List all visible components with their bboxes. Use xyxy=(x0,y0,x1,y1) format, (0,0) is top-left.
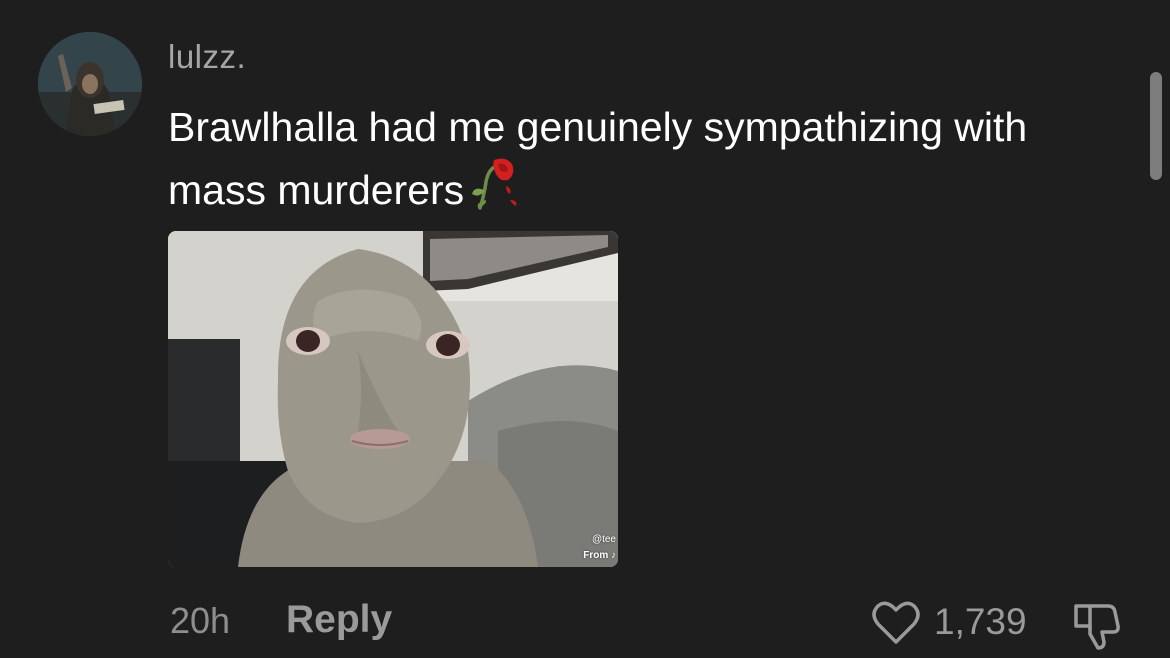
watermark-handle: @tee xyxy=(591,534,616,545)
like-count: 1,739 xyxy=(934,601,1027,642)
watermark-from: From ♪ xyxy=(583,550,616,561)
scrollbar-thumb[interactable] xyxy=(1150,72,1162,180)
avatar-image xyxy=(38,32,142,136)
comment-body: Brawlhalla had me genuinely sympathizing… xyxy=(168,104,1028,213)
comment-timestamp: 20h xyxy=(170,600,231,641)
alien-face-photo xyxy=(168,231,618,567)
comment: lulzz. Brawlhalla had me genuinely sympa… xyxy=(0,0,1170,658)
thumbs-down-outline-icon[interactable] xyxy=(1070,596,1126,652)
wilted-rose-icon xyxy=(466,156,520,210)
comment-media-image[interactable]: @tee From ♪ xyxy=(168,231,618,567)
username[interactable]: lulzz. xyxy=(168,38,246,76)
tiktok-logo-icon: ♪ xyxy=(611,550,616,561)
reply-button[interactable]: Reply xyxy=(286,598,392,642)
comment-text: Brawlhalla had me genuinely sympathizing… xyxy=(168,98,1098,219)
heart-outline-icon[interactable] xyxy=(868,594,924,650)
avatar[interactable] xyxy=(38,32,142,136)
watermark-from-label: From xyxy=(583,550,609,561)
